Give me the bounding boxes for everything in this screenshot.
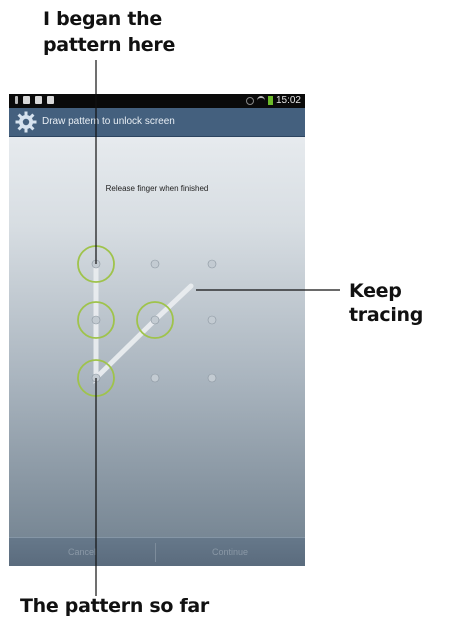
- button-divider: [155, 543, 156, 562]
- cancel-button[interactable]: Cancel: [9, 538, 155, 566]
- callout-began-line1: I began the: [43, 8, 162, 30]
- pattern-dot[interactable]: [91, 259, 101, 269]
- pattern-dot[interactable]: [91, 315, 101, 325]
- pattern-dot[interactable]: [91, 373, 101, 383]
- pattern-dot[interactable]: [150, 373, 160, 383]
- phone-screen: 15:02 Draw pattern to unlock screen Rele…: [9, 94, 305, 566]
- continue-button[interactable]: Continue: [157, 538, 303, 566]
- callout-began-pattern: I began the pattern here: [43, 6, 175, 58]
- callout-pattern-so-far: The pattern so far: [20, 595, 210, 617]
- callout-keep-tracing: Keep tracing: [349, 280, 424, 326]
- pattern-dot[interactable]: [150, 259, 160, 269]
- pattern-dot[interactable]: [150, 315, 160, 325]
- pattern-trace-line: [93, 261, 194, 384]
- pattern-lock-grid[interactable]: [9, 94, 305, 566]
- pattern-dot[interactable]: [207, 259, 217, 269]
- pattern-dot[interactable]: [207, 373, 217, 383]
- callout-began-line2: pattern here: [43, 34, 176, 56]
- pattern-dot[interactable]: [207, 315, 217, 325]
- button-bar: Cancel Continue: [9, 537, 305, 566]
